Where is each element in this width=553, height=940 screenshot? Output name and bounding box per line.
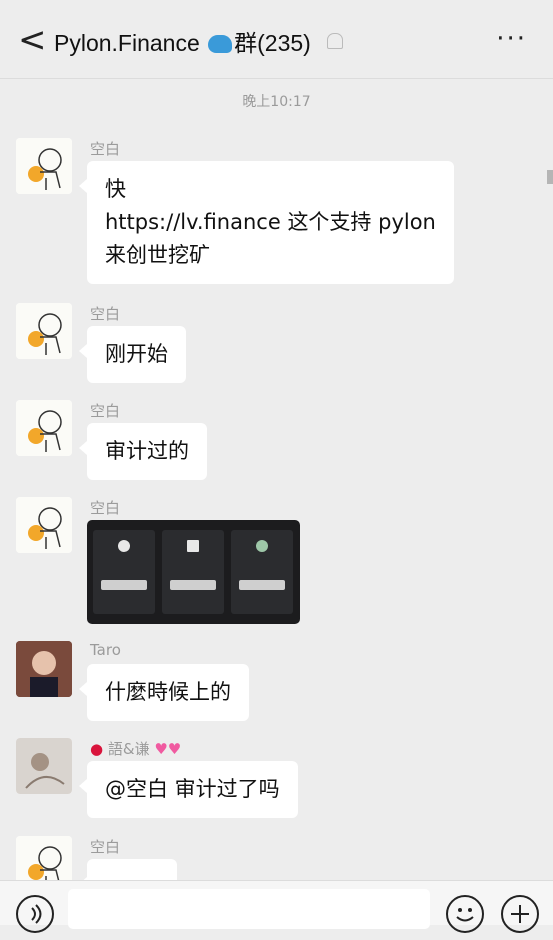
sender-name: 空白 [90, 140, 121, 158]
more-options-icon[interactable]: ··· [496, 24, 527, 54]
sender-name: Taro [90, 641, 121, 659]
message-input[interactable] [68, 889, 430, 929]
mute-bell-icon [327, 33, 344, 49]
pool-card [231, 530, 293, 614]
message-bubble[interactable]: 快 https://lv.finance 这个支持 pylon 来创世挖矿 [79, 161, 454, 284]
chat-title: Pylon.Finance 群(235) [54, 24, 344, 58]
plus-icon[interactable] [501, 895, 539, 933]
scrollbar[interactable] [547, 170, 553, 184]
hearts-emoji-icon: ♥♥ [154, 740, 182, 758]
message-text: @空白 审计过了吗 [105, 777, 280, 801]
message-text: 什麼時候上的 [105, 680, 231, 704]
message-bubble[interactable]: 审计过的 [79, 423, 207, 480]
pool-card [162, 530, 224, 614]
pool-card [93, 530, 155, 614]
sender-name: ● 語&谦 ♥♥ [90, 740, 182, 758]
chat-header: < Pylon.Finance 群(235) ··· [0, 0, 553, 79]
sender-name: 空白 [90, 838, 121, 856]
avatar[interactable] [16, 738, 72, 794]
group-count: 群(235) [234, 30, 311, 56]
message-text: 来创世挖矿 [105, 243, 210, 267]
message-bubble[interactable]: @空白 审计过了吗 [79, 761, 298, 818]
message-bubble[interactable]: 什麼時候上的 [79, 664, 249, 721]
sender-name: 空白 [90, 402, 121, 420]
back-icon[interactable]: < [18, 23, 47, 57]
time-divider: 晚上10:17 [242, 94, 311, 110]
avatar[interactable] [16, 303, 72, 359]
message-text: 审计过的 [105, 439, 189, 463]
message-bubble[interactable]: 刚开始 [79, 326, 186, 383]
sender-name: 空白 [90, 305, 121, 323]
avatar[interactable] [16, 138, 72, 194]
emoji-icon[interactable] [446, 895, 484, 933]
image-message[interactable] [87, 520, 300, 624]
whale-emoji-icon [208, 35, 233, 53]
sender-name: 空白 [90, 499, 121, 517]
avatar[interactable] [16, 400, 72, 456]
group-name: Pylon.Finance [54, 30, 200, 56]
avatar[interactable] [16, 641, 72, 697]
voice-icon[interactable] [16, 895, 54, 933]
message-text: 刚开始 [105, 342, 168, 366]
message-text: https://lv.finance 这个支持 pylon [105, 210, 436, 234]
lips-emoji-icon: ● [90, 740, 104, 758]
input-bar [0, 880, 553, 933]
message-text: 快 [105, 177, 126, 201]
avatar[interactable] [16, 497, 72, 553]
